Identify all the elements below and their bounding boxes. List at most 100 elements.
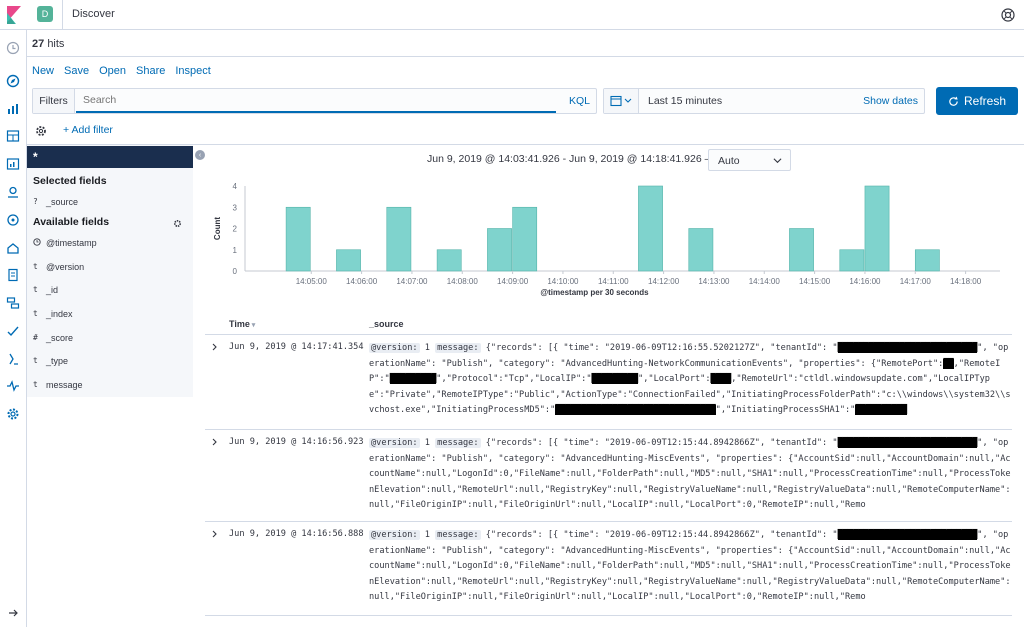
histogram-bar[interactable] [839,249,865,272]
field-item[interactable]: t @version [33,262,84,272]
hits-label: hits [47,38,65,50]
maps-icon[interactable] [5,184,21,200]
histogram-bar[interactable] [914,249,940,272]
menu-save[interactable]: Save [64,65,89,77]
table-row[interactable]: Jun 9, 2019 @ 14:16:56.888 @version: 1 m… [205,523,1012,616]
apm-icon[interactable] [5,295,21,311]
menu-share[interactable]: Share [136,65,165,77]
field-item[interactable]: @timestamp [33,238,97,248]
dev-tools-icon[interactable] [5,351,21,367]
menu-inspect[interactable]: Inspect [175,65,210,77]
redacted-block: █████████ [591,374,639,385]
infrastructure-icon[interactable] [5,240,21,256]
table-row[interactable]: Jun 9, 2019 @ 14:17:41.354 @version: 1 m… [205,336,1012,430]
redacted-block: ███████████████████████████ [837,343,978,353]
chevron-down-icon [773,158,782,164]
field-type-icon: t [33,262,38,271]
histogram-bar[interactable] [864,185,890,272]
chevron-right-icon[interactable] [211,343,219,351]
field-item[interactable]: t _id [33,285,58,295]
collapse-sidebar-icon[interactable]: ‹ [195,150,205,160]
quick-menu-button[interactable] [604,89,639,113]
space-avatar[interactable]: D [37,6,53,22]
histogram-bar[interactable] [638,185,663,272]
filters-button[interactable]: Filters [33,89,75,113]
visualize-icon[interactable] [5,101,21,117]
top-bar: D Discover [0,0,1024,30]
show-dates-link[interactable]: Show dates [863,95,918,107]
hits-counter: 27 hits [32,38,64,50]
clock-icon [33,238,41,248]
discover-icon[interactable] [5,73,21,89]
add-filter-link[interactable]: + Add filter [63,124,113,136]
filter-settings-gear-icon[interactable] [34,124,48,138]
y-tick-label: 4 [233,182,238,191]
row-source: @version: 1 message: {"records": [{ "tim… [369,436,1012,514]
field-item[interactable]: t _index [33,309,73,319]
field-name: @timestamp [46,238,97,248]
row-source: @version: 1 message: {"records": [{ "tim… [369,341,1012,419]
message-text: {"records": [{ "time": "2019-06-09T12:15… [369,438,1011,511]
field-filter-gear-icon[interactable] [173,217,182,228]
field-item[interactable]: t _type [33,356,68,366]
field-key: @version: [369,530,420,540]
field-name: @version [46,262,85,272]
field-item[interactable]: # _score [33,333,73,343]
histogram-bar[interactable] [789,228,814,272]
field-name: _id [46,285,59,295]
histogram-chart: 0 1 2 3 4 14:05:00 14:06:00 14:07:00 14:08:00 14:… [213,182,1000,297]
selected-fields-title: Selected fields [33,175,107,187]
interval-select[interactable]: Auto [708,149,791,171]
row-time: Jun 9, 2019 @ 14:16:56.888 [229,529,364,539]
x-tick-label: 14:06:00 [346,277,378,286]
field-type-icon: t [33,309,38,318]
interval-value: Auto [718,155,740,167]
table-row[interactable]: Jun 9, 2019 @ 14:16:56.923 @version: 1 m… [205,431,1012,522]
help-icon[interactable] [1000,7,1016,23]
message-text: {"records": [{ "time": "2019-06-09T12:15… [369,530,1011,603]
management-gear-icon[interactable] [5,406,21,422]
dashboard-icon[interactable] [5,128,21,144]
index-pattern-selector[interactable]: * [27,146,193,168]
menu-open[interactable]: Open [99,65,126,77]
sort-icon[interactable]: ▾ [250,322,256,329]
x-tick-label: 14:12:00 [648,277,680,286]
chevron-right-icon[interactable] [211,530,219,538]
redacted-block: ██ [943,358,954,369]
histogram-time-range: Jun 9, 2019 @ 14:03:41.926 - Jun 9, 2019… [427,153,716,165]
kql-toggle[interactable]: KQL [569,95,590,107]
field-item[interactable]: ? _source [33,197,78,207]
search-input[interactable] [76,89,556,113]
histogram-bar[interactable] [688,228,714,272]
histogram-bar[interactable] [487,228,512,272]
redacted-block: ███████████████████████████████ [555,405,716,416]
y-tick-label: 1 [233,246,238,255]
recently-viewed-icon[interactable] [5,40,21,56]
y-tick-label: 3 [233,203,238,212]
y-tick-label: 2 [233,225,238,234]
histogram-bar[interactable] [336,249,361,272]
ml-icon[interactable] [5,212,21,228]
menu-new[interactable]: New [32,65,54,77]
refresh-icon [949,95,958,106]
canvas-icon[interactable] [5,156,21,172]
histogram-bar[interactable] [386,206,412,272]
chevron-right-icon[interactable] [211,438,219,446]
field-type-icon: t [33,285,38,294]
refresh-button[interactable]: Refresh [936,87,1018,115]
uptime-icon[interactable] [5,323,21,339]
histogram-bar[interactable] [436,249,462,272]
collapse-nav-icon[interactable] [5,605,21,621]
histogram-bar[interactable] [285,206,311,272]
field-name: _source [46,197,79,207]
logs-icon[interactable] [5,267,21,283]
kibana-logo-icon[interactable] [0,0,28,30]
field-item[interactable]: t message [33,380,83,390]
monitoring-icon[interactable] [5,378,21,394]
redacted-block: ███████████████████████████ [837,438,978,448]
time-column-header[interactable]: Time ▾ [229,319,255,329]
field-key: @version: [369,343,420,353]
histogram-bar[interactable] [512,206,538,272]
row-time: Jun 9, 2019 @ 14:16:56.923 [229,437,364,447]
time-range-label[interactable]: Last 15 minutes [648,95,722,107]
